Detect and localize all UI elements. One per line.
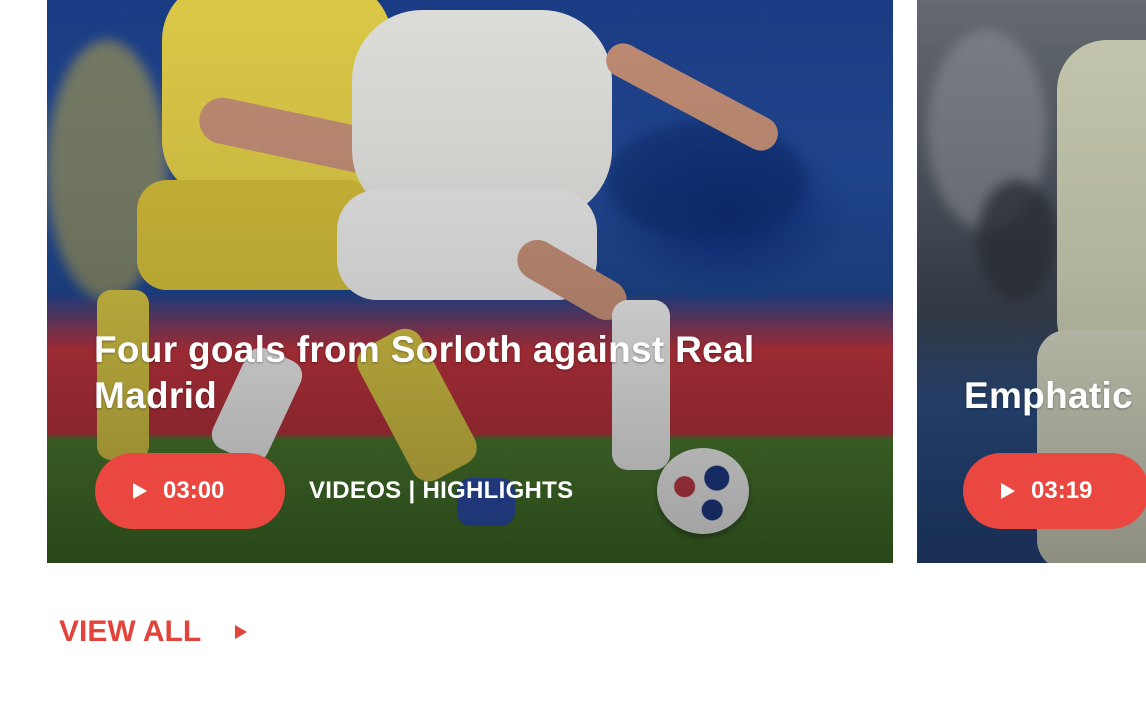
view-all-label: VIEW ALL (59, 615, 202, 648)
play-icon (133, 483, 147, 499)
video-card[interactable]: Emphatic 03:19 (917, 0, 1146, 563)
video-duration: 03:19 (1031, 477, 1093, 504)
arrow-right-icon (235, 625, 248, 639)
play-button[interactable]: 03:19 (963, 453, 1146, 529)
view-all-link[interactable]: VIEW ALL (59, 615, 248, 649)
play-button[interactable]: 03:00 (95, 453, 285, 529)
video-card[interactable]: Four goals from Sorloth against Real Mad… (47, 0, 893, 563)
video-title[interactable]: Four goals from Sorloth against Real Mad… (94, 327, 834, 419)
video-meta: 03:00 VIDEOS | HIGHLIGHTS (95, 453, 573, 529)
video-carousel: Four goals from Sorloth against Real Mad… (0, 0, 1146, 566)
video-category: VIDEOS | HIGHLIGHTS (309, 477, 574, 504)
video-duration: 03:00 (163, 477, 225, 504)
play-icon (1001, 483, 1015, 499)
video-title[interactable]: Emphatic (964, 373, 1146, 419)
video-meta: 03:19 (963, 453, 1146, 529)
